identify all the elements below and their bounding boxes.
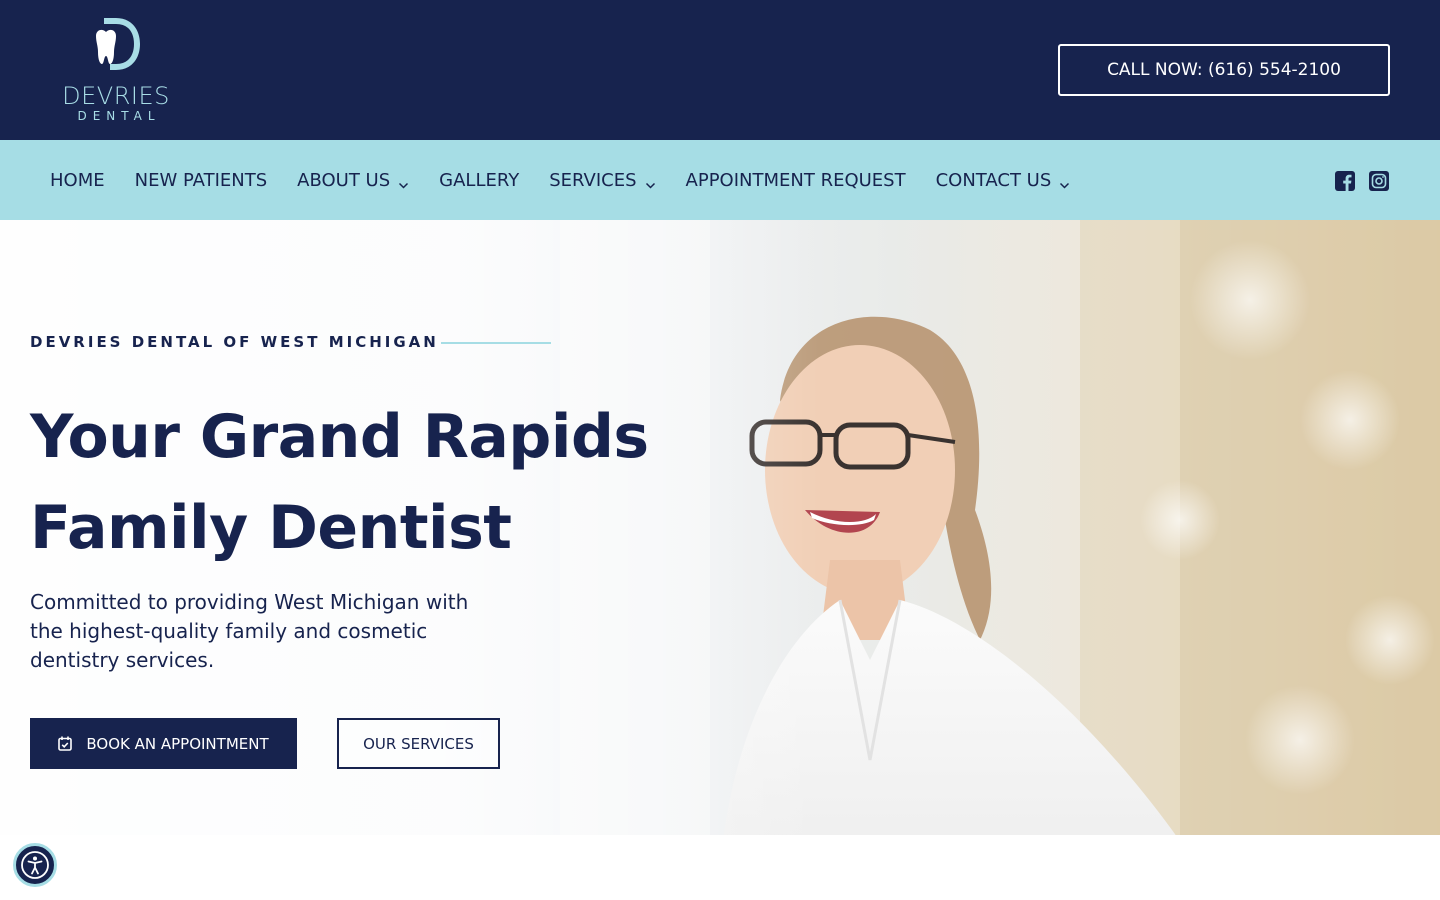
nav-item-appointment-request[interactable]: APPOINTMENT REQUEST (686, 170, 906, 191)
nav-item-services[interactable]: SERVICES (549, 170, 655, 191)
main-navigation: HOME NEW PATIENTS ABOUT US GALLERY SERVICES A… (0, 140, 1440, 220)
nav-item-label: GALLERY (439, 169, 520, 191)
book-appointment-label: BOOK AN APPOINTMENT (86, 734, 269, 753)
nav-item-label: HOME (50, 169, 105, 191)
our-services-button[interactable]: OUR SERVICES (337, 718, 500, 769)
chevron-down-icon (398, 175, 409, 189)
logo-wordmark: DEVRIES (62, 82, 170, 110)
hero-headline: Your Grand Rapids Family Dentist (30, 392, 710, 574)
nav-item-label: SERVICES (549, 169, 637, 191)
instagram-icon[interactable] (1368, 170, 1390, 192)
calendar-check-icon (58, 736, 73, 751)
accessibility-icon[interactable] (13, 843, 57, 887)
nav-item-label: NEW PATIENTS (134, 169, 268, 191)
headline-line-1: Your Grand Rapids (30, 402, 649, 472)
nav-item-contact-us[interactable]: CONTACT US (936, 170, 1071, 191)
nav-item-gallery[interactable]: GALLERY (439, 170, 519, 191)
nav-item-label: APPOINTMENT REQUEST (685, 169, 906, 191)
chevron-down-icon (1059, 175, 1070, 189)
nav-item-home[interactable]: HOME (50, 170, 105, 191)
nav-item-label: ABOUT US (297, 169, 391, 191)
section-divider (0, 835, 1440, 900)
logo-subtitle: DENTAL (77, 109, 161, 123)
nav-item-label: CONTACT US (935, 169, 1052, 191)
chevron-down-icon (645, 175, 656, 189)
hero-eyebrow: DEVRIES DENTAL OF WEST MICHIGAN (30, 333, 439, 351)
nav-list: HOME NEW PATIENTS ABOUT US GALLERY SERVICES A… (50, 140, 1100, 220)
site-header: DEVRIES DENTAL CALL NOW: (616) 554-2100 (0, 0, 1440, 140)
call-now-button[interactable]: CALL NOW: (616) 554-2100 (1058, 44, 1390, 96)
facebook-icon[interactable] (1334, 170, 1356, 192)
devries-dental-logo[interactable]: DEVRIES DENTAL (54, 16, 178, 126)
book-appointment-button[interactable]: BOOK AN APPOINTMENT (30, 718, 297, 769)
tooth-d-logo-icon (96, 18, 140, 70)
nav-item-about-us[interactable]: ABOUT US (297, 170, 409, 191)
hero-subcopy: Committed to providing West Michigan wit… (30, 590, 469, 672)
nav-item-new-patients[interactable]: NEW PATIENTS (135, 170, 268, 191)
headline-line-2: Family Dentist (30, 493, 512, 563)
eyebrow-divider-line (441, 342, 551, 344)
